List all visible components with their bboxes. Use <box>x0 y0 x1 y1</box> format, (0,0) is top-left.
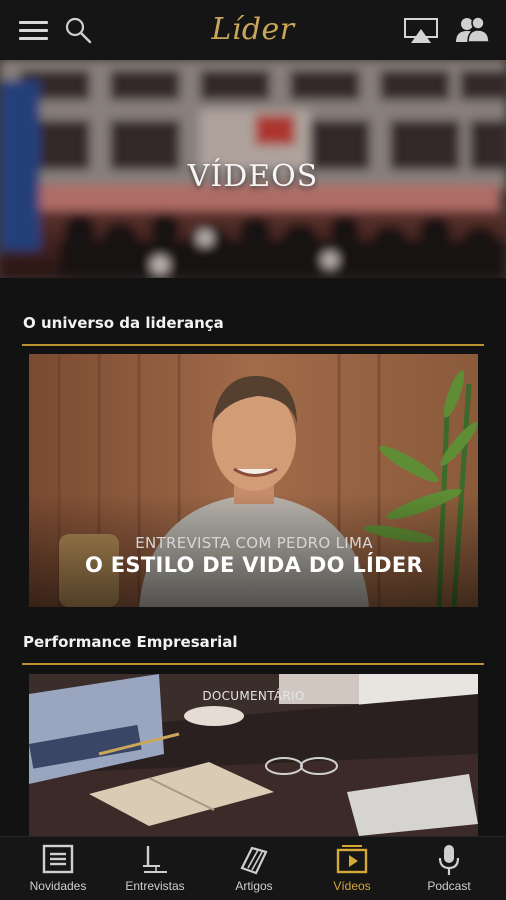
microphone-icon <box>438 845 460 875</box>
video-title: O ESTILO DE VIDA DO LÍDER <box>85 553 423 577</box>
nav-label: Entrevistas <box>125 879 185 893</box>
top-bar: Líder <box>0 0 506 60</box>
search-icon[interactable] <box>64 16 92 44</box>
video-icon <box>336 845 368 874</box>
nav-item-entrevistas[interactable]: Entrevistas <box>114 837 196 900</box>
bottom-navigation: Novidades Entrevistas Artigos Vídeos Pod… <box>0 836 506 900</box>
airplay-icon[interactable] <box>404 18 438 44</box>
video-subtitle: DOCUMENTÁRIO <box>202 689 305 703</box>
nav-label: Vídeos <box>333 879 371 893</box>
nav-item-novidades[interactable]: Novidades <box>17 837 99 900</box>
articles-icon <box>240 846 268 875</box>
section-title: Performance Empresarial <box>23 633 238 651</box>
app-logo: Líder <box>211 12 295 47</box>
video-card[interactable]: ENTREVISTA COM PEDRO LIMA O ESTILO DE VI… <box>29 354 478 607</box>
users-icon[interactable] <box>454 15 490 45</box>
interview-icon <box>143 846 167 873</box>
video-card[interactable]: DOCUMENTÁRIO <box>29 674 478 836</box>
section-divider <box>22 663 484 665</box>
nav-label: Podcast <box>427 879 471 893</box>
menu-icon[interactable] <box>19 21 48 40</box>
news-icon <box>42 844 74 874</box>
nav-item-podcast[interactable]: Podcast <box>408 837 490 900</box>
section-divider <box>22 344 484 346</box>
nav-label: Novidades <box>29 879 87 893</box>
nav-label: Artigos <box>235 879 273 893</box>
nav-item-videos[interactable]: Vídeos <box>311 837 393 900</box>
hero-title: VÍDEOS <box>187 159 319 194</box>
section-title: O universo da liderança <box>23 314 224 332</box>
nav-item-artigos[interactable]: Artigos <box>213 837 295 900</box>
video-subtitle: ENTREVISTA COM PEDRO LIMA <box>135 534 373 552</box>
hero-banner[interactable]: VÍDEOS <box>0 60 506 278</box>
